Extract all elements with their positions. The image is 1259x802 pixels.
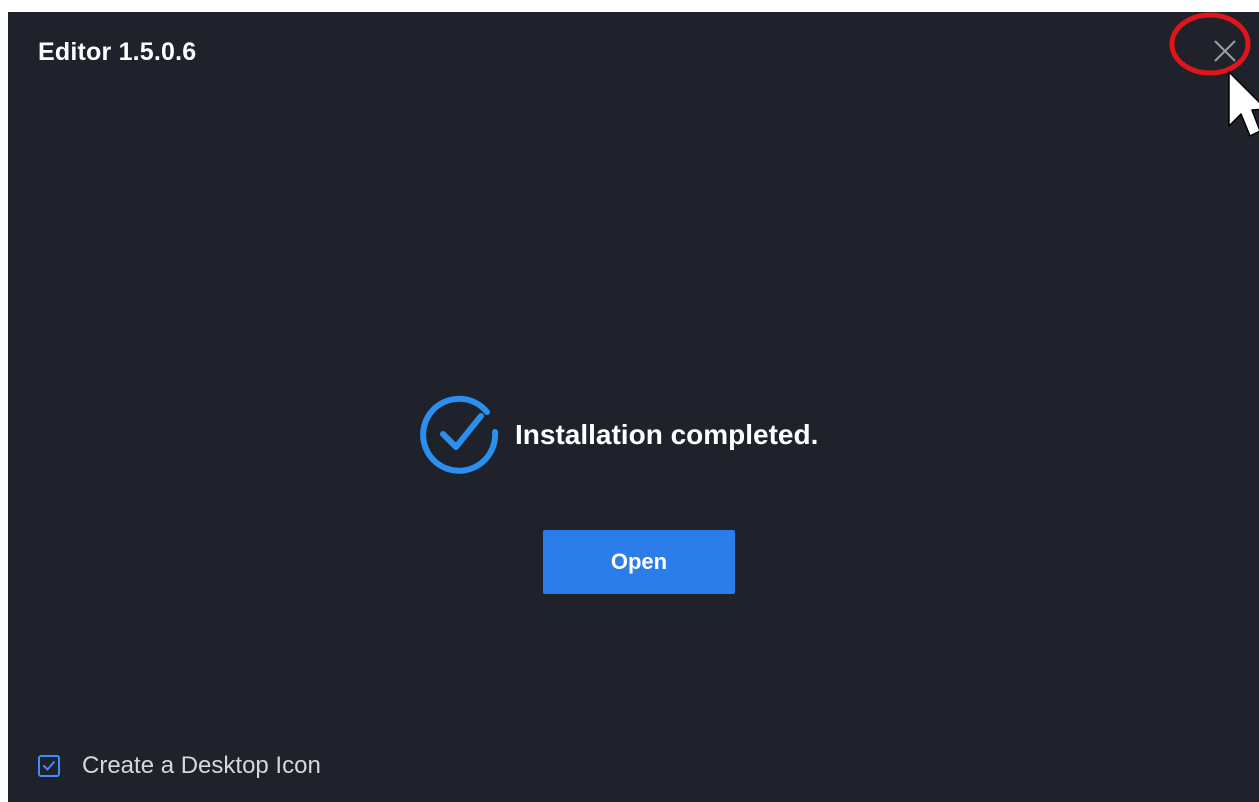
window-title: Editor 1.5.0.6 <box>38 38 197 66</box>
checkmark-icon <box>43 761 55 771</box>
status-message: Installation completed. <box>515 419 819 450</box>
open-button[interactable]: Open <box>543 530 735 594</box>
installation-status: Installation completed. <box>415 390 818 480</box>
close-icon <box>1214 40 1236 62</box>
desktop-icon-label: Create a Desktop Icon <box>82 752 321 779</box>
close-button[interactable] <box>1204 30 1246 72</box>
desktop-icon-checkbox[interactable] <box>38 755 60 777</box>
installer-window: Editor 1.5.0.6 Installation completed. O… <box>8 12 1259 802</box>
check-circle-icon <box>420 395 499 474</box>
desktop-icon-option[interactable]: Create a Desktop Icon <box>38 752 321 780</box>
